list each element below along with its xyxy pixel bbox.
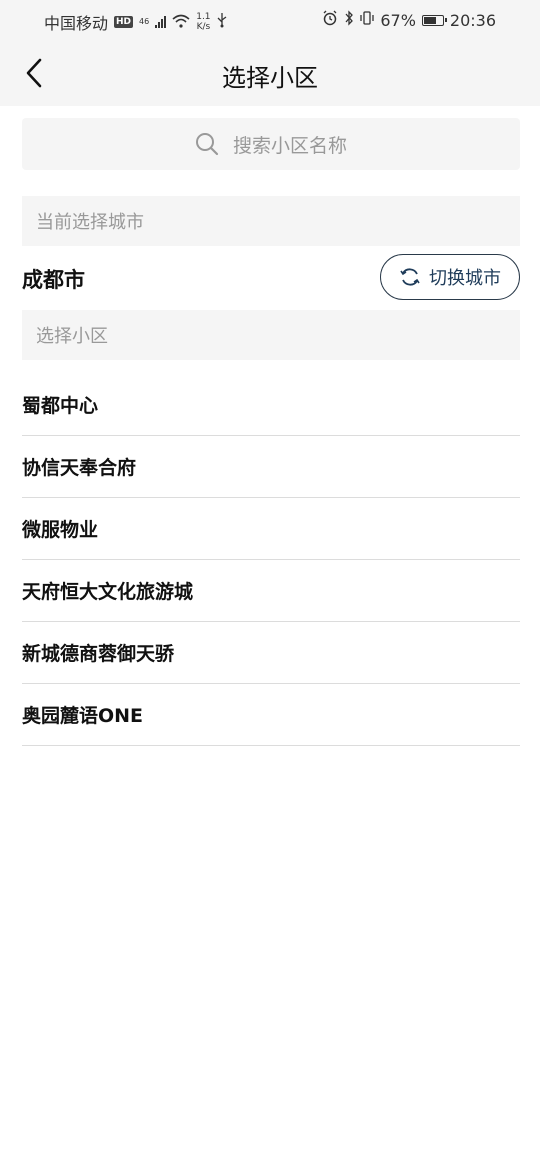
community-item[interactable]: 天府恒大文化旅游城 — [22, 560, 520, 622]
search-placeholder: 搜索小区名称 — [232, 134, 347, 157]
community-name: 蜀都中心 — [22, 395, 99, 417]
community-item[interactable]: 新城德商蓉御天骄 — [22, 622, 520, 684]
hd-badge: HD — [114, 16, 134, 28]
battery-percent: 67% — [380, 10, 416, 30]
vibrate-icon — [360, 10, 374, 30]
community-name: 天府恒大文化旅游城 — [22, 581, 194, 603]
battery-icon — [421, 14, 447, 26]
community-item[interactable]: 微服物业 — [22, 498, 520, 560]
community-name: 新城德商蓉御天骄 — [22, 643, 175, 665]
status-bar: 中国移动 HD 46 1.1 K/s 67% 20:36 — [0, 0, 540, 40]
network-speed: 1.1 K/s — [196, 12, 210, 32]
refresh-icon — [400, 268, 420, 286]
community-item[interactable]: 奥园麓语ONE — [22, 684, 520, 746]
signal-icon — [155, 16, 167, 28]
search-icon — [195, 133, 219, 156]
speed-value: 1.1 — [196, 12, 211, 22]
bluetooth-icon — [344, 10, 354, 30]
current-city-label: 当前选择城市 — [22, 196, 520, 246]
community-name: 协信天奉合府 — [22, 457, 137, 479]
speed-unit: K/s — [196, 22, 211, 32]
community-section-label: 选择小区 — [22, 310, 520, 360]
clock-time: 20:36 — [449, 10, 496, 30]
switch-city-label: 切换城市 — [429, 268, 501, 289]
community-name: 微服物业 — [22, 519, 99, 541]
community-name: 奥园麓语ONE — [22, 705, 144, 727]
nav-bar: 选择小区 — [0, 40, 540, 106]
carrier-name: 中国移动 — [44, 14, 109, 33]
page-title: 选择小区 — [222, 64, 318, 92]
community-item[interactable]: 蜀都中心 — [22, 374, 520, 436]
community-list: 蜀都中心 协信天奉合府 微服物业 天府恒大文化旅游城 新城德商蓉御天骄 奥园麓语… — [22, 374, 520, 746]
search-input[interactable]: 搜索小区名称 — [22, 118, 520, 170]
community-item[interactable]: 协信天奉合府 — [22, 436, 520, 498]
network-type: 46 — [139, 17, 150, 26]
usb-icon — [217, 12, 227, 32]
alarm-icon — [322, 10, 338, 30]
current-city-name: 成都市 — [22, 268, 85, 292]
status-right: 67% 20:36 — [322, 10, 496, 30]
wifi-icon — [172, 13, 190, 32]
switch-city-button[interactable]: 切换城市 — [380, 254, 520, 300]
status-left: 中国移动 HD 46 1.1 K/s — [44, 10, 227, 34]
